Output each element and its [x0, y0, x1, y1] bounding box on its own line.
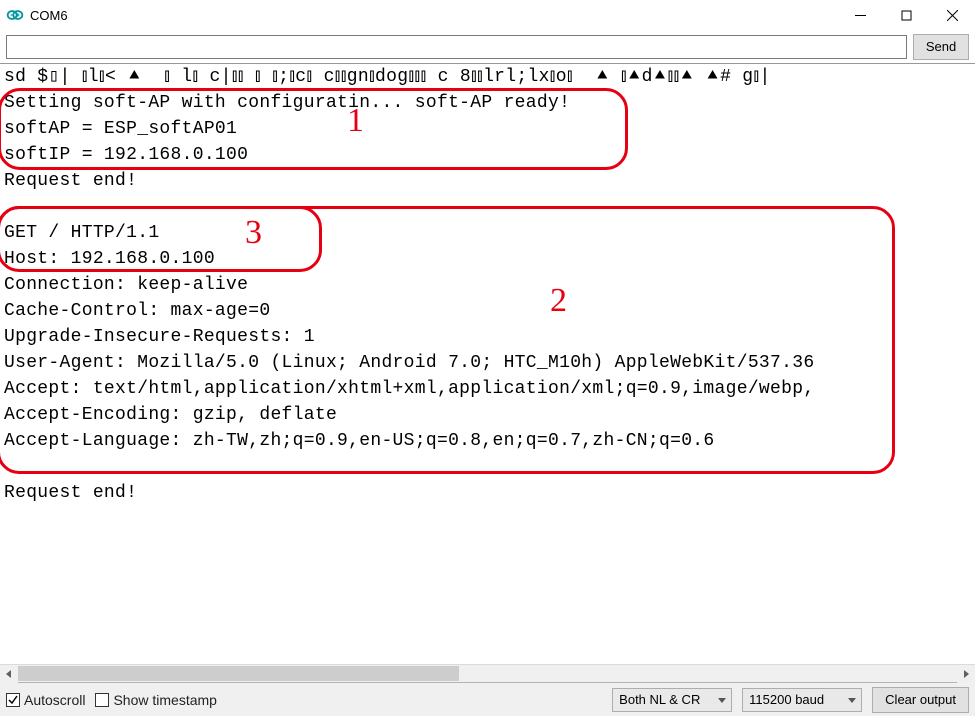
autoscroll-checkbox[interactable]: Autoscroll: [6, 692, 85, 708]
clear-output-button[interactable]: Clear output: [872, 687, 969, 713]
serial-console[interactable]: sd $▯| ⫾l⫾< ⯅ ⫾ l⫾ c|⫾⫾ ⫾ ⫾;⫾c⫾ c⫾⫾gn⫾do…: [0, 64, 975, 664]
status-bar: Autoscroll Show timestamp Both NL & CR 1…: [0, 682, 975, 716]
send-toolbar: Send: [0, 30, 975, 64]
send-button[interactable]: Send: [913, 34, 969, 60]
arduino-icon: [6, 6, 24, 24]
console-text: sd $▯| ⫾l⫾< ⯅ ⫾ l⫾ c|⫾⫾ ⫾ ⫾;⫾c⫾ c⫾⫾gn⫾do…: [0, 64, 975, 506]
minimize-button[interactable]: [837, 0, 883, 30]
close-button[interactable]: [929, 0, 975, 30]
baud-select[interactable]: 115200 baud: [742, 688, 862, 712]
scroll-right-button[interactable]: [957, 665, 975, 683]
autoscroll-label: Autoscroll: [24, 692, 85, 708]
maximize-button[interactable]: [883, 0, 929, 30]
line-ending-select[interactable]: Both NL & CR: [612, 688, 732, 712]
scroll-left-button[interactable]: [0, 665, 18, 683]
show-timestamp-label: Show timestamp: [113, 692, 216, 708]
horizontal-scrollbar[interactable]: [0, 664, 975, 682]
scroll-track[interactable]: [18, 665, 957, 682]
line-ending-value: Both NL & CR: [619, 692, 700, 707]
baud-value: 115200 baud: [749, 692, 824, 707]
show-timestamp-checkbox[interactable]: Show timestamp: [95, 692, 216, 708]
window-title: COM6: [30, 8, 68, 23]
serial-send-input[interactable]: [6, 35, 907, 59]
window-titlebar: COM6: [0, 0, 975, 30]
scroll-thumb[interactable]: [18, 666, 459, 681]
